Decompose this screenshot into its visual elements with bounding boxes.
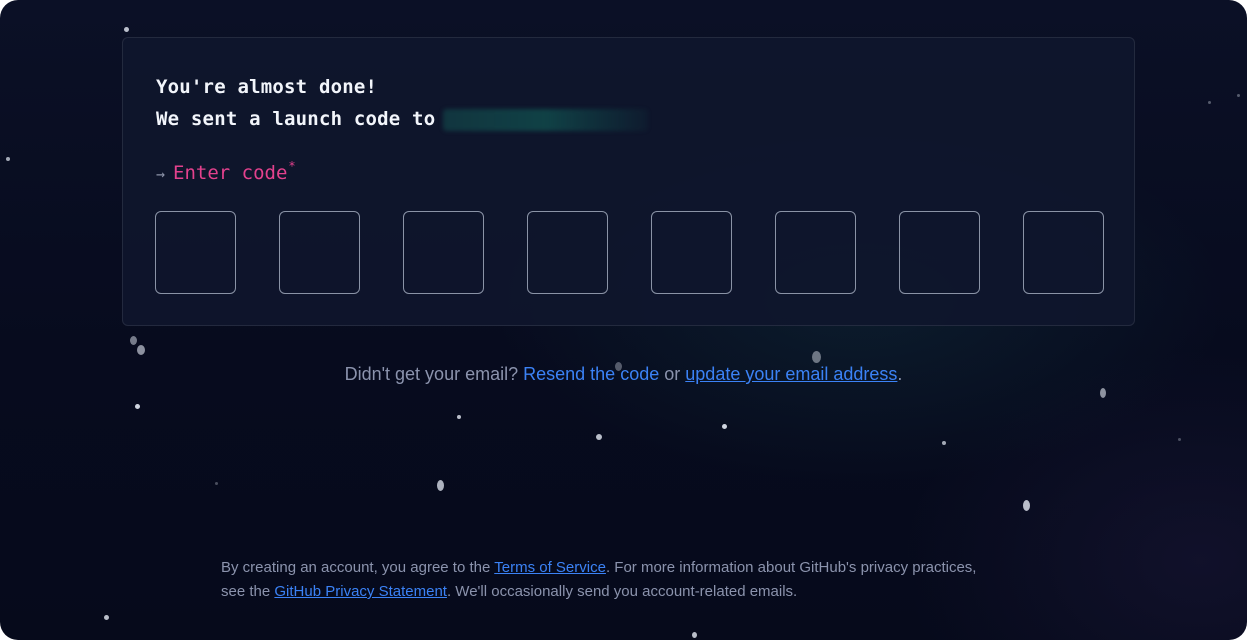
footer-text-1: By creating an account, you agree to the — [221, 559, 491, 576]
code-digit-input-8[interactable] — [1023, 211, 1104, 294]
enter-code-label: → Enter code* — [156, 159, 296, 184]
star — [812, 351, 821, 363]
star — [130, 336, 137, 345]
heading-sent-code: We sent a launch code to — [156, 108, 649, 131]
resend-or: or — [664, 364, 681, 384]
heading-sent-code-text: We sent a launch code to — [156, 108, 436, 130]
star — [1208, 101, 1211, 104]
code-digit-input-4[interactable] — [527, 211, 608, 294]
star — [1237, 94, 1240, 97]
resend-line: Didn't get your email? Resend the code o… — [0, 364, 1247, 385]
terms-of-service-link[interactable]: Terms of Service — [494, 559, 606, 576]
update-email-link[interactable]: update your email address — [685, 364, 897, 384]
arrow-right-icon: → — [156, 165, 166, 183]
star — [215, 482, 218, 485]
code-digit-input-7[interactable] — [899, 211, 980, 294]
footer-text-2: . For more information about GitHub's pr… — [605, 559, 977, 576]
code-digit-input-6[interactable] — [775, 211, 856, 294]
footer-text-4: . We'll occasionally send you account-re… — [446, 583, 798, 600]
code-digit-input-5[interactable] — [651, 211, 732, 294]
star — [437, 480, 444, 491]
resend-code-link[interactable]: Resend the code — [523, 364, 659, 384]
star — [692, 632, 697, 638]
code-digit-input-2[interactable] — [279, 211, 360, 294]
star — [124, 27, 129, 32]
code-digit-input-1[interactable] — [155, 211, 236, 294]
star — [1178, 438, 1181, 441]
enter-code-text: Enter code — [173, 162, 288, 184]
required-marker: * — [288, 159, 296, 173]
privacy-statement-link[interactable]: GitHub Privacy Statement — [274, 583, 447, 600]
star — [1023, 500, 1030, 511]
heading-almost-done: You're almost done! — [156, 76, 378, 98]
star — [722, 424, 727, 429]
star — [1100, 388, 1106, 398]
resend-prefix: Didn't get your email? — [344, 364, 519, 384]
star — [457, 415, 461, 419]
star — [104, 615, 109, 620]
star — [135, 404, 140, 409]
resend-suffix: . — [897, 364, 903, 384]
star — [6, 157, 10, 161]
redacted-email — [443, 108, 649, 131]
legal-footer: By creating an account, you agree to the… — [221, 556, 1041, 604]
verification-card: You're almost done! We sent a launch cod… — [122, 37, 1135, 326]
star — [942, 441, 946, 445]
code-digit-input-3[interactable] — [403, 211, 484, 294]
star — [596, 434, 602, 440]
footer-text-3: see the — [221, 583, 271, 600]
signup-window: You're almost done! We sent a launch cod… — [0, 0, 1247, 640]
star — [137, 345, 145, 355]
